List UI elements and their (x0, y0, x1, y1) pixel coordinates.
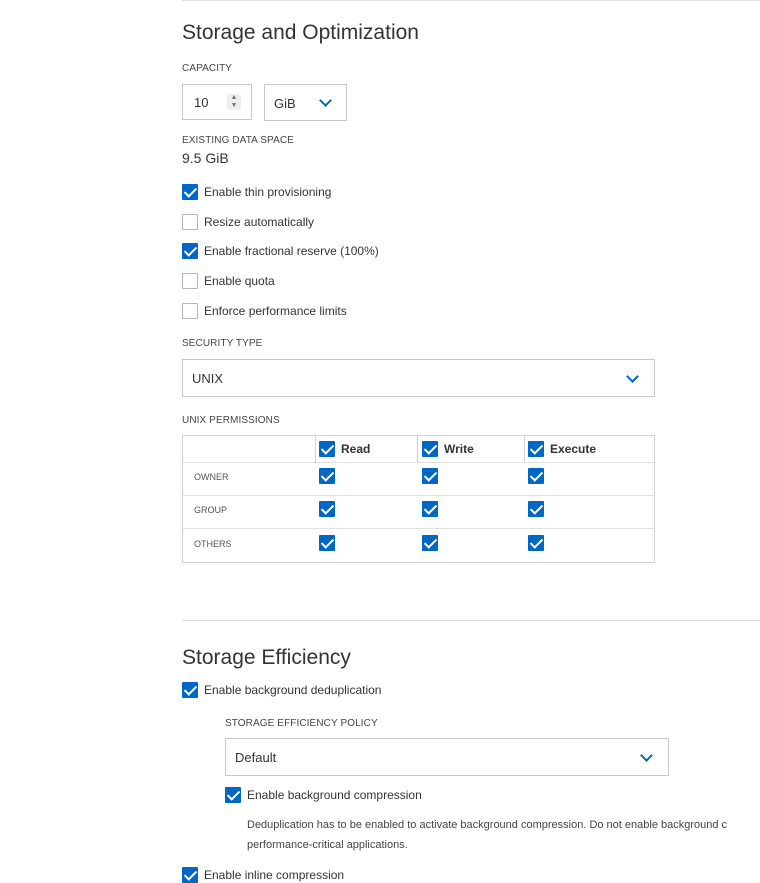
execute-column-header: Execute (550, 442, 597, 456)
row-label-owner: OWNER (194, 472, 229, 482)
chevron-down-icon (640, 749, 653, 762)
chevron-down-icon (626, 370, 639, 383)
group-read-checkbox[interactable] (319, 501, 335, 517)
chevron-down-icon (319, 94, 332, 107)
row-divider (183, 462, 654, 463)
owner-read-checkbox[interactable] (319, 468, 335, 484)
enable-quota-label: Enable quota (204, 274, 275, 288)
security-type-select[interactable]: UNIX (182, 359, 655, 397)
efficiency-policy-select[interactable]: Default (225, 738, 669, 776)
resize-automatically-label: Resize automatically (204, 215, 315, 229)
others-read-checkbox[interactable] (319, 535, 335, 551)
performance-limits-label: Enforce performance limits (204, 304, 347, 318)
fractional-reserve-label: Enable fractional reserve (100%) (204, 244, 379, 258)
capacity-value: 10 (194, 95, 209, 110)
existing-data-space-label: EXISTING DATA SPACE (182, 135, 294, 146)
efficiency-policy-label: STORAGE EFFICIENCY POLICY (225, 718, 378, 729)
read-column-header: Read (341, 442, 371, 456)
performance-limits-checkbox[interactable] (182, 303, 198, 319)
row-divider (183, 528, 654, 529)
unix-permissions-table: Read Write Execute OWNER GROUP OTHERS (182, 435, 655, 563)
compression-note-line1: Deduplication has to be enabled to activ… (247, 819, 728, 831)
capacity-unit-select[interactable]: GiB (264, 84, 347, 121)
group-write-checkbox[interactable] (422, 501, 438, 517)
background-dedup-label: Enable background deduplication (204, 683, 382, 697)
section-title-efficiency: Storage Efficiency (182, 646, 351, 669)
existing-data-space-value: 9.5 GiB (182, 150, 229, 166)
write-all-checkbox[interactable] (422, 441, 438, 457)
capacity-unit-value: GiB (274, 96, 296, 111)
execute-all-checkbox[interactable] (528, 441, 544, 457)
others-execute-checkbox[interactable] (528, 535, 544, 551)
security-type-value: UNIX (192, 371, 224, 386)
row-divider (183, 495, 654, 496)
column-divider (524, 436, 525, 462)
read-all-checkbox[interactable] (319, 441, 335, 457)
stepper-down-icon[interactable]: ▼ (227, 102, 241, 110)
enable-quota-checkbox[interactable] (182, 273, 198, 289)
stepper-up-icon[interactable]: ▲ (227, 94, 241, 102)
efficiency-policy-value: Default (235, 750, 277, 765)
thin-provisioning-label: Enable thin provisioning (204, 185, 332, 199)
thin-provisioning-checkbox[interactable] (182, 184, 198, 200)
section-divider (182, 620, 760, 621)
inline-compression-checkbox[interactable] (182, 867, 198, 883)
others-write-checkbox[interactable] (422, 535, 438, 551)
compression-note-line2: performance-critical applications. (247, 839, 408, 851)
security-type-label: SECURITY TYPE (182, 338, 263, 349)
capacity-label: CAPACITY (182, 63, 233, 74)
unix-permissions-label: UNIX PERMISSIONS (182, 415, 280, 426)
group-execute-checkbox[interactable] (528, 501, 544, 517)
capacity-input[interactable]: 10 ▲ ▼ (182, 84, 252, 120)
fractional-reserve-checkbox[interactable] (182, 243, 198, 259)
row-label-others: OTHERS (194, 539, 232, 549)
column-divider (315, 436, 316, 462)
background-compression-checkbox[interactable] (225, 787, 241, 803)
background-dedup-checkbox[interactable] (182, 682, 198, 698)
background-compression-label: Enable background compression (247, 788, 422, 802)
owner-write-checkbox[interactable] (422, 468, 438, 484)
section-title-storage: Storage and Optimization (182, 21, 419, 44)
owner-execute-checkbox[interactable] (528, 468, 544, 484)
row-label-group: GROUP (194, 505, 228, 515)
inline-compression-label: Enable inline compression (204, 868, 345, 882)
write-column-header: Write (444, 442, 474, 456)
top-divider (182, 0, 760, 1)
resize-automatically-checkbox[interactable] (182, 214, 198, 230)
column-divider (417, 436, 418, 462)
capacity-stepper[interactable]: ▲ ▼ (227, 94, 241, 110)
